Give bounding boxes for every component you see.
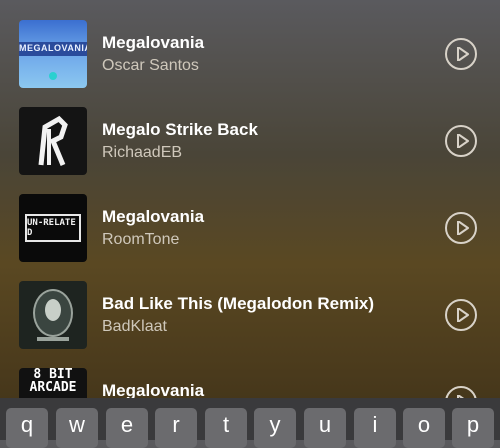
song-title: Megalo Strike Back: [102, 120, 258, 139]
play-button[interactable]: [445, 299, 477, 331]
album-art: MEGALOVANIA: [19, 20, 87, 88]
album-art: [19, 107, 87, 175]
key-i[interactable]: i: [354, 408, 396, 448]
artist-name: Oscar Santos: [102, 57, 199, 74]
list-item[interactable]: Bad Like This (Megalodon Remix) BadKlaat: [0, 281, 500, 351]
list-item[interactable]: UN-RELATED Megalovania RoomTone: [0, 194, 500, 264]
key-q[interactable]: q: [6, 408, 48, 448]
play-icon: [457, 47, 469, 61]
play-button[interactable]: [445, 125, 477, 157]
play-icon: [457, 308, 469, 322]
play-button[interactable]: [445, 212, 477, 244]
key-r[interactable]: r: [155, 408, 197, 448]
key-p[interactable]: p: [452, 408, 494, 448]
album-art-text: UN-RELATED: [27, 218, 76, 238]
list-item[interactable]: MEGALOVANIA Megalovania Oscar Santos: [0, 20, 500, 90]
key-y[interactable]: y: [254, 408, 296, 448]
on-screen-keyboard: q w e r t y u i o p: [0, 398, 500, 448]
play-icon: [457, 134, 469, 148]
key-o[interactable]: o: [403, 408, 445, 448]
artist-name: BadKlaat: [102, 318, 167, 335]
play-icon: [457, 221, 469, 235]
album-art: [19, 281, 87, 349]
artist-name: RoomTone: [102, 231, 180, 248]
logo-icon: [38, 115, 68, 166]
key-t[interactable]: t: [205, 408, 247, 448]
album-art-text: 8 BIT ARCADE: [29, 368, 77, 395]
key-w[interactable]: w: [56, 408, 98, 448]
album-art: UN-RELATED: [19, 194, 87, 262]
play-button[interactable]: [445, 38, 477, 70]
list-item[interactable]: Megalo Strike Back RichaadEB: [0, 107, 500, 177]
album-art-text: MEGALOVANIA: [19, 43, 87, 53]
key-u[interactable]: u: [304, 408, 346, 448]
song-title: Megalovania: [102, 33, 205, 52]
artist-name: RichaadEB: [102, 144, 183, 161]
song-title: Bad Like This (Megalodon Remix): [102, 294, 375, 313]
song-title: Megalovania: [102, 207, 205, 226]
key-e[interactable]: e: [106, 408, 148, 448]
